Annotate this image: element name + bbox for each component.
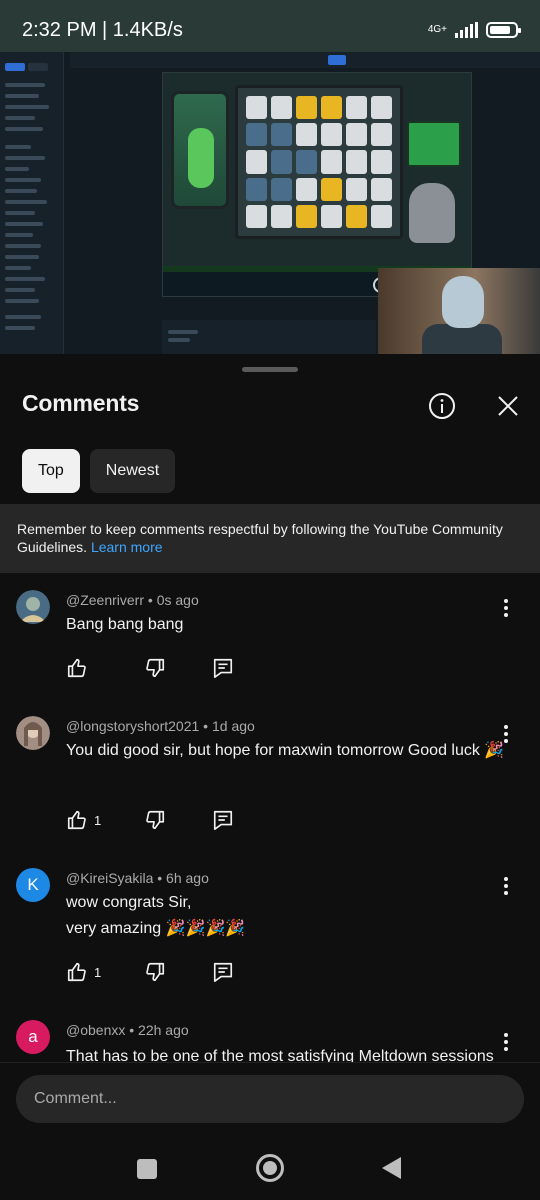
video-casino-sidebar (0, 52, 64, 354)
reply-button[interactable] (212, 657, 234, 679)
comment-actions: 1 (66, 960, 233, 984)
comment-text: wow congrats Sir, very amazing 🎉🎉🎉🎉 (66, 890, 506, 942)
comment-list: @Zeenriverr • 0s ago Bang bang bang @lon… (0, 574, 540, 1062)
like-button[interactable]: 1 (66, 961, 101, 983)
signal-icon (455, 22, 478, 38)
slot-reels (235, 85, 403, 239)
reply-button[interactable] (212, 961, 234, 983)
comment-text-line: wow congrats Sir, (66, 894, 192, 911)
comment-item: K @KireiSyakila • 6h ago wow congrats Si… (0, 852, 540, 1004)
notice-text: Remember to keep comments respectful by … (17, 521, 503, 555)
like-button[interactable] (66, 657, 94, 679)
comment-item: @longstoryshort2021 • 1d ago You did goo… (0, 700, 540, 852)
thumb-down-icon (146, 658, 165, 678)
comment-author[interactable]: @obenxx (66, 1022, 125, 1038)
comment-item: a @obenxx • 22h ago That has to be one o… (0, 1004, 540, 1062)
reply-icon (213, 810, 233, 830)
reply-icon (213, 658, 233, 678)
thumb-down-icon (146, 962, 165, 982)
comment-text: You did good sir, but hope for maxwin to… (66, 742, 505, 759)
home-icon[interactable] (256, 1154, 284, 1182)
comment-actions (66, 656, 233, 680)
comment-text-line: very amazing 🎉🎉🎉🎉 (66, 920, 246, 937)
thumb-up-icon (67, 658, 86, 678)
comment-text: Bang bang bang (66, 616, 184, 633)
comment-actions: 1 (66, 808, 233, 832)
thumb-down-icon (146, 810, 165, 830)
like-count: 1 (94, 812, 102, 828)
battery-level (490, 26, 511, 34)
network-type-label: 4G+ (427, 24, 447, 35)
comment-text: That has to be one of the most satisfyin… (66, 1048, 494, 1062)
comments-title: Comments (22, 390, 140, 416)
dislike-button[interactable] (144, 809, 166, 831)
comment-input-area (0, 1062, 540, 1140)
status-bar: 2:32 PM | 1.4KB/s 4G+ (0, 0, 540, 60)
avatar[interactable]: a (16, 1020, 50, 1054)
comment-meta: @KireiSyakila • 6h ago (66, 870, 209, 886)
comments-sheet: Comments Top Newest Remember to keep com… (0, 354, 540, 1140)
reply-icon (213, 962, 233, 982)
status-icons: 4G+ (427, 22, 521, 38)
close-icon[interactable] (492, 390, 524, 422)
system-nav-bar (0, 1140, 540, 1200)
video-top-bar (70, 52, 540, 68)
dislike-button[interactable] (144, 961, 166, 983)
comment-author[interactable]: @Zeenriverr (66, 592, 144, 608)
comment-author[interactable]: @KireiSyakila (66, 870, 153, 886)
streamer-webcam (378, 268, 540, 354)
video-game-screen (162, 72, 472, 297)
comment-meta: @Zeenriverr • 0s ago (66, 592, 199, 608)
avatar[interactable] (16, 590, 50, 624)
comment-input[interactable] (16, 1075, 524, 1123)
thumb-up-icon (67, 810, 86, 830)
comment-meta: @obenxx • 22h ago (66, 1022, 189, 1038)
back-icon[interactable] (382, 1157, 401, 1179)
reply-button[interactable] (212, 809, 234, 831)
learn-more-link[interactable]: Learn more (91, 539, 163, 555)
video-player[interactable] (0, 52, 540, 354)
comment-time: 0s ago (156, 592, 199, 608)
comments-header: Comments (22, 390, 522, 422)
comment-sort-chips: Top Newest (22, 449, 176, 493)
comment-time: 1d ago (211, 718, 255, 734)
radiation-multiplier-sign (407, 121, 461, 167)
video-game-info-panel (162, 320, 376, 354)
avatar[interactable] (16, 716, 50, 750)
sort-newest-chip[interactable]: Newest (89, 449, 176, 493)
battery-icon (486, 22, 521, 38)
avatar[interactable]: K (16, 868, 50, 902)
status-time: 2:32 PM | 1.4KB/s (22, 18, 183, 41)
info-icon[interactable] (426, 390, 458, 422)
thumb-up-icon (67, 962, 86, 982)
recent-apps-icon[interactable] (137, 1159, 157, 1179)
sort-top-chip[interactable]: Top (22, 449, 80, 493)
sheet-drag-handle[interactable] (242, 367, 298, 372)
comment-author[interactable]: @longstoryshort2021 (66, 718, 199, 734)
like-count: 1 (94, 964, 102, 980)
community-guidelines-notice: Remember to keep comments respectful by … (0, 504, 540, 573)
comment-item: @Zeenriverr • 0s ago Bang bang bang (0, 574, 540, 700)
comment-time: 22h ago (138, 1022, 189, 1038)
comment-meta: @longstoryshort2021 • 1d ago (66, 718, 255, 734)
comment-time: 6h ago (166, 870, 209, 886)
dislike-button[interactable] (144, 657, 166, 679)
like-button[interactable]: 1 (66, 809, 101, 831)
